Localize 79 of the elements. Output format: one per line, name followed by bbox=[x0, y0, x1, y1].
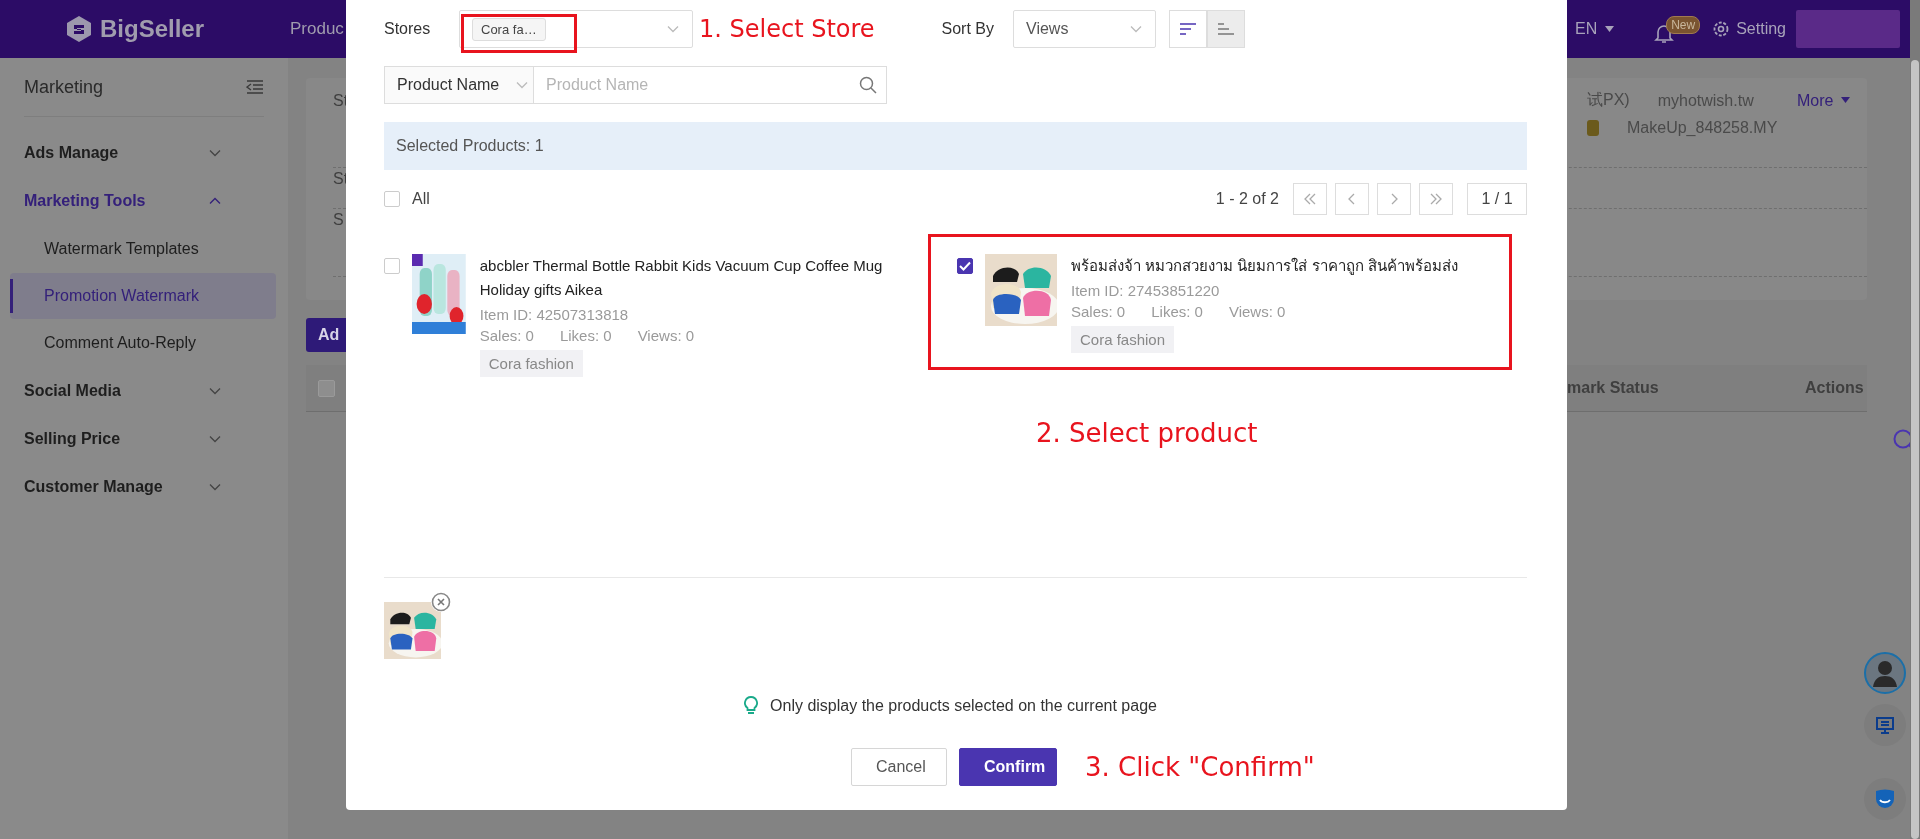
feedback-button[interactable] bbox=[1864, 778, 1906, 820]
search-field[interactable]: Product Name bbox=[534, 66, 887, 104]
sort-order-button[interactable] bbox=[1169, 10, 1207, 48]
next-page-button[interactable] bbox=[1377, 183, 1411, 215]
checkbox[interactable] bbox=[957, 258, 973, 274]
settings-icon[interactable] bbox=[1712, 20, 1731, 38]
avatar[interactable] bbox=[1864, 652, 1906, 694]
nav-item[interactable]: Produc bbox=[290, 19, 344, 39]
product-stat: Sales: 0 bbox=[479, 327, 534, 344]
notification-badge: New bbox=[1666, 16, 1701, 34]
checkbox-label[interactable]: All bbox=[412, 190, 430, 208]
annotation-text: 2. Select product bbox=[1036, 418, 1259, 448]
menu-item[interactable]: Customer Manage bbox=[0, 463, 288, 511]
product-stat: Sales: 0 bbox=[1071, 303, 1126, 320]
logo-icon[interactable] bbox=[64, 14, 94, 44]
field-label: Stores bbox=[384, 20, 432, 38]
menu-item[interactable]: Marketing Tools bbox=[0, 177, 288, 225]
product-stat: Views: 0 bbox=[637, 327, 695, 344]
product-stat: Likes: 0 bbox=[559, 327, 612, 344]
board-icon bbox=[1875, 715, 1895, 735]
submenu-item[interactable]: Comment Auto-Reply bbox=[10, 320, 276, 366]
search-icon[interactable] bbox=[859, 76, 877, 94]
submenu-item[interactable]: Watermark Templates bbox=[10, 226, 276, 272]
filter-label: S bbox=[333, 210, 344, 229]
sort-select[interactable]: Views bbox=[1013, 10, 1156, 48]
language-selector[interactable]: EN bbox=[1574, 20, 1598, 38]
caret-icon bbox=[1841, 97, 1851, 104]
product-title: พร้อมส่งจ้า หมวกสวยงาม นิยมการใส่ ราคาถูก สินค้าพร้อมส่ง bbox=[1071, 256, 1458, 277]
product-stat: Views: 0 bbox=[1228, 303, 1286, 320]
tip-text: Only display the products selected on the current page bbox=[770, 697, 1157, 715]
column-header: Actions bbox=[1805, 379, 1865, 397]
store-tag: Cora fashion bbox=[479, 350, 583, 377]
cancel-button[interactable]: Cancel bbox=[851, 748, 947, 786]
check-icon bbox=[959, 261, 971, 271]
add-button[interactable]: Ad bbox=[306, 318, 346, 352]
field-select[interactable]: Product Name bbox=[384, 66, 534, 104]
sort-icon bbox=[1180, 23, 1196, 35]
logo-text[interactable]: BigSeller bbox=[100, 15, 205, 43]
store-option[interactable]: MakeUp_848258.MY bbox=[1627, 119, 1778, 137]
store-option[interactable]: 试PX) bbox=[1587, 90, 1630, 111]
checkbox[interactable] bbox=[318, 379, 335, 397]
page-indicator: 1 / 1 bbox=[1467, 183, 1527, 215]
annotation-text: 1. Select Store bbox=[699, 15, 875, 43]
menu-item[interactable]: Selling Price bbox=[0, 415, 288, 463]
column-header: mark Status bbox=[1567, 379, 1660, 397]
item-id: Item ID: 27453851220 bbox=[1071, 282, 1221, 299]
settings-link[interactable]: Setting bbox=[1736, 20, 1786, 38]
pagination-range: 1 - 2 of 2 bbox=[1215, 190, 1279, 208]
collapse-menu-icon[interactable] bbox=[246, 80, 264, 94]
annotation-text: 3. Click "Confirm" bbox=[1085, 752, 1315, 782]
product-stat: Likes: 0 bbox=[1151, 303, 1203, 320]
menu-item[interactable]: Ads Manage bbox=[0, 129, 288, 177]
scrollbar[interactable] bbox=[1911, 60, 1919, 839]
field-label: Sort By bbox=[941, 20, 994, 38]
first-page-button[interactable] bbox=[1293, 183, 1327, 215]
store-tag: Cora fa… bbox=[472, 17, 546, 41]
person-silhouette-icon bbox=[1872, 659, 1898, 687]
store-option[interactable]: myhotwish.tw bbox=[1657, 91, 1754, 110]
lightbulb-icon bbox=[744, 696, 759, 716]
remove-icon[interactable] bbox=[431, 592, 451, 612]
smiley-icon bbox=[1874, 788, 1896, 810]
more-link[interactable]: More bbox=[1797, 92, 1834, 110]
confirm-button[interactable]: Confirm bbox=[959, 748, 1057, 786]
sidebar-title: Marketing bbox=[24, 76, 104, 98]
sort-icon bbox=[1218, 23, 1234, 35]
item-id: Item ID: 42507313818 bbox=[479, 306, 630, 323]
caret-icon bbox=[1605, 26, 1615, 32]
last-page-button[interactable] bbox=[1419, 183, 1453, 215]
store-tag: Cora fashion bbox=[1071, 326, 1175, 353]
selected-count: Selected Products: 1 bbox=[396, 137, 544, 155]
sort-order-button[interactable] bbox=[1207, 10, 1245, 48]
menu-item[interactable]: Social Media bbox=[0, 367, 288, 415]
submenu-item[interactable]: Promotion Watermark bbox=[10, 273, 276, 319]
store-icon bbox=[1587, 120, 1599, 136]
double-chevron-left-icon bbox=[1303, 192, 1317, 206]
double-chevron-right-icon bbox=[1429, 192, 1443, 206]
chat-button[interactable] bbox=[1864, 704, 1906, 746]
product-title: abcbler Thermal Bottle Rabbit Kids Vacuum Cup Coffee Mug Holiday gifts Aikea bbox=[479, 256, 884, 300]
previous-page-button[interactable] bbox=[1335, 183, 1369, 215]
